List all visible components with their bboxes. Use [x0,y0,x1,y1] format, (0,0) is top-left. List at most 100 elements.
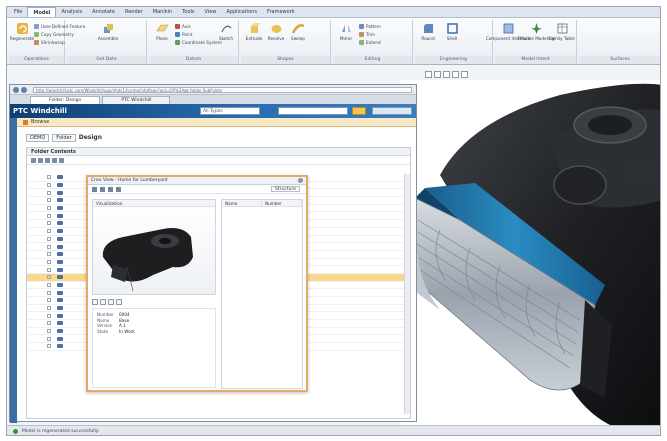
row-checkbox[interactable] [47,329,51,334]
tab-file[interactable]: File [9,7,27,17]
row-checkbox[interactable] [47,206,51,211]
table-scrollbar[interactable] [404,174,410,414]
row-checkbox[interactable] [47,183,51,188]
structure-select[interactable]: Structure [271,186,300,192]
shell-button[interactable]: Shell [441,22,463,41]
object-type-icon [57,329,63,334]
regenerate-button[interactable]: Regenerate [10,22,34,41]
tab-annotate[interactable]: Annotate [87,7,120,17]
zoom-out-icon[interactable] [443,70,450,78]
graphics-toolbar [425,68,470,80]
object-type-icon [57,298,63,303]
row-checkbox[interactable] [47,244,51,249]
point-item[interactable]: Point [175,31,192,38]
row-checkbox[interactable] [47,198,51,203]
print-icon[interactable] [100,186,105,192]
search-input[interactable] [278,107,348,115]
row-checkbox[interactable] [47,298,51,303]
tab-render[interactable]: Render [120,7,148,17]
row-checkbox[interactable] [47,313,51,318]
row-checkbox[interactable] [47,259,51,264]
sketch-button[interactable]: Sketch [215,22,237,41]
row-checkbox[interactable] [47,221,51,226]
tab-model[interactable]: Model [27,7,57,17]
delete-icon[interactable] [59,157,64,163]
pan-icon[interactable] [100,299,106,305]
back-icon[interactable] [13,86,19,93]
column-name[interactable]: Name [222,200,262,206]
tab-applications[interactable]: Applications [221,7,262,17]
browse-label[interactable]: Browse [31,119,49,125]
tab-tools[interactable]: Tools [177,7,199,17]
extend-item[interactable]: Extend [359,39,381,46]
close-icon[interactable] [298,178,303,183]
fit-icon[interactable] [116,299,122,305]
search-type-select[interactable]: All Types [200,107,260,115]
measure-icon[interactable] [108,186,113,192]
row-checkbox[interactable] [47,275,51,280]
row-checkbox[interactable] [47,175,51,180]
paste-icon[interactable] [52,157,57,163]
zoom-in-icon[interactable] [434,70,441,78]
pattern-item[interactable]: Pattern [359,23,381,30]
component-interface-button[interactable]: Component Interface [486,22,530,41]
thumbnail-viewer[interactable]: Visualization [92,199,216,295]
refit-icon[interactable] [425,70,432,78]
axis-item[interactable]: Axis [175,23,191,30]
cut-icon[interactable] [38,157,43,163]
flexible-modeling-button[interactable]: Flexible Modeling [518,22,554,41]
tab-ptc-windchill[interactable]: PTC Windchill [102,96,171,104]
repaint-icon[interactable] [452,70,459,78]
row-checkbox[interactable] [47,236,51,241]
row-checkbox[interactable] [47,306,51,311]
pattern-icon [359,24,364,29]
row-checkbox[interactable] [47,290,51,295]
tab-analysis[interactable]: Analysis [56,7,87,17]
row-checkbox[interactable] [47,213,51,218]
row-checkbox[interactable] [47,190,51,195]
open-icon[interactable] [92,186,97,192]
display-style-icon[interactable] [461,70,468,78]
home-icon[interactable] [23,119,28,125]
object-type-icon [57,282,63,287]
tab-framework[interactable]: Framework [262,7,300,17]
row-checkbox[interactable] [47,321,51,326]
tab-folder-design[interactable]: Folder: Design [30,96,101,104]
object-type-icon [57,336,63,341]
trim-item[interactable]: Trim [359,31,375,38]
column-number[interactable]: Number [262,200,302,206]
search-button[interactable] [352,107,366,115]
assemble-button[interactable]: Assemble [97,22,119,41]
zoom-icon[interactable] [108,299,114,305]
rotate-icon[interactable] [92,299,98,305]
row-checkbox[interactable] [47,336,51,341]
url-field[interactable]: http://windchill.ptc.com/Windchill/app/#… [33,86,412,93]
tab-view[interactable]: View [200,7,222,17]
row-checkbox[interactable] [47,282,51,287]
new-icon[interactable] [31,157,36,163]
shrinkwrap-item[interactable]: Shrinkwrap [34,39,65,46]
navigator-rail[interactable] [10,118,17,423]
user-menu[interactable] [372,107,412,115]
plane-button[interactable]: Plane [151,22,173,41]
row-checkbox[interactable] [47,252,51,257]
tab-manikin[interactable]: Manikin [148,7,177,17]
graphics-viewport[interactable] [400,80,660,425]
status-bar: Model is regenerated successfully. [7,425,660,435]
row-checkbox[interactable] [47,229,51,234]
row-checkbox[interactable] [47,344,51,349]
breadcrumb-folder[interactable]: Folder [52,133,76,142]
extend-icon [359,40,364,45]
markup-icon[interactable] [116,186,121,192]
breadcrumb-context[interactable]: DEMO [26,133,50,142]
copy-icon[interactable] [45,157,50,163]
round-button[interactable]: Round [417,22,439,41]
row-checkbox[interactable] [47,267,51,272]
revolve-button[interactable]: Revolve [265,22,287,41]
trim-icon [359,32,364,37]
extrude-button[interactable]: Extrude [243,22,265,41]
family-table-button[interactable]: Family Table [549,22,575,41]
sweep-button[interactable]: Sweep [287,22,309,41]
mirror-button[interactable]: Mirror [335,22,357,41]
forward-icon[interactable] [21,86,27,93]
